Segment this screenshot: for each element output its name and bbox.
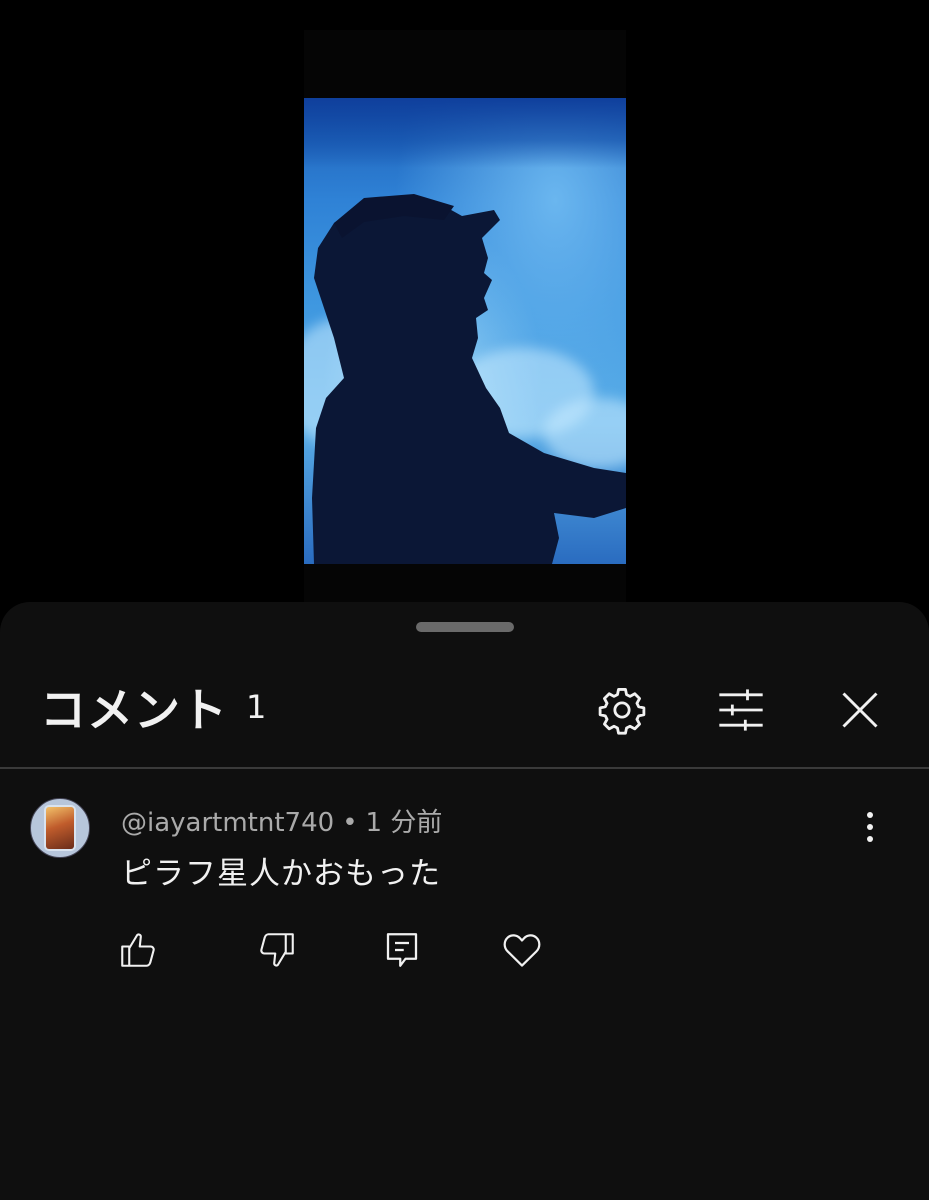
avatar[interactable] bbox=[30, 798, 90, 858]
drag-handle[interactable] bbox=[416, 622, 514, 632]
close-button[interactable] bbox=[830, 680, 890, 740]
video-frame[interactable] bbox=[304, 30, 626, 605]
reply-icon bbox=[386, 933, 418, 967]
person-silhouette bbox=[312, 194, 626, 564]
gear-icon bbox=[598, 688, 646, 735]
more-vertical-icon bbox=[867, 812, 873, 842]
sliders-icon bbox=[719, 689, 763, 731]
comment-time: 1 分前 bbox=[365, 808, 443, 838]
close-icon bbox=[842, 692, 878, 728]
comments-title: コメント bbox=[40, 683, 228, 737]
comment-more-button[interactable] bbox=[850, 802, 890, 852]
comment-item: @iayartmtnt740 • 1 分前 ピラフ星人かおもった bbox=[0, 792, 929, 992]
settings-button[interactable] bbox=[592, 680, 652, 740]
thumbs-down-icon bbox=[260, 933, 294, 967]
meta-separator: • bbox=[342, 808, 358, 838]
filter-button[interactable] bbox=[711, 680, 771, 740]
header-divider bbox=[0, 767, 929, 769]
like-button[interactable] bbox=[114, 926, 162, 974]
screen: コメント 1 @iayartmtnt740 • 1 分前 ピラフ星人かおもった bbox=[0, 0, 929, 1200]
heart-icon bbox=[503, 934, 541, 967]
thumbs-up-icon bbox=[121, 933, 155, 967]
comment-text: ピラフ星人かおもった bbox=[121, 856, 441, 892]
video-thumbnail bbox=[304, 98, 626, 564]
comments-header: コメント 1 bbox=[0, 662, 929, 767]
comment-author[interactable]: @iayartmtnt740 bbox=[121, 808, 334, 838]
reply-button[interactable] bbox=[378, 926, 426, 974]
comments-sheet: コメント 1 @iayartmtnt740 • 1 分前 ピラフ星人かおもった bbox=[0, 602, 929, 1200]
comments-count: 1 bbox=[246, 688, 267, 726]
dislike-button[interactable] bbox=[253, 926, 301, 974]
heart-button[interactable] bbox=[498, 926, 546, 974]
video-player-area[interactable] bbox=[0, 0, 929, 620]
comment-meta: @iayartmtnt740 • 1 分前 bbox=[121, 802, 442, 839]
